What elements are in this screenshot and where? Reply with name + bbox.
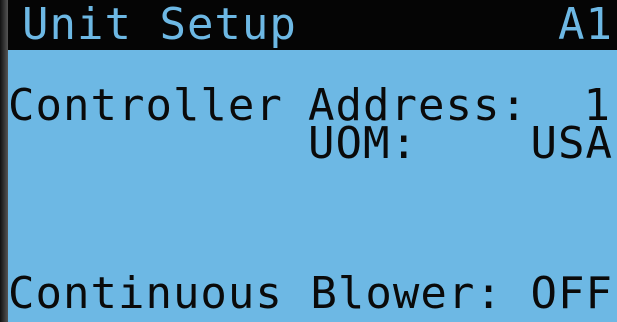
controller-label: Controller	[8, 80, 283, 131]
uom-value[interactable]: USA	[531, 122, 613, 166]
screen-title: Unit Setup	[22, 0, 297, 50]
continuous-blower-value[interactable]: OFF	[531, 272, 613, 316]
screen-id: A1	[558, 0, 613, 50]
uom-label: UOM:	[308, 118, 418, 169]
lcd-screen: Unit Setup A1 Controller Address: 1 UOM:…	[8, 0, 617, 322]
header-bar: Unit Setup A1	[8, 0, 617, 50]
display-bezel	[0, 0, 8, 322]
continuous-blower-label: Continuous Blower:	[8, 268, 503, 319]
